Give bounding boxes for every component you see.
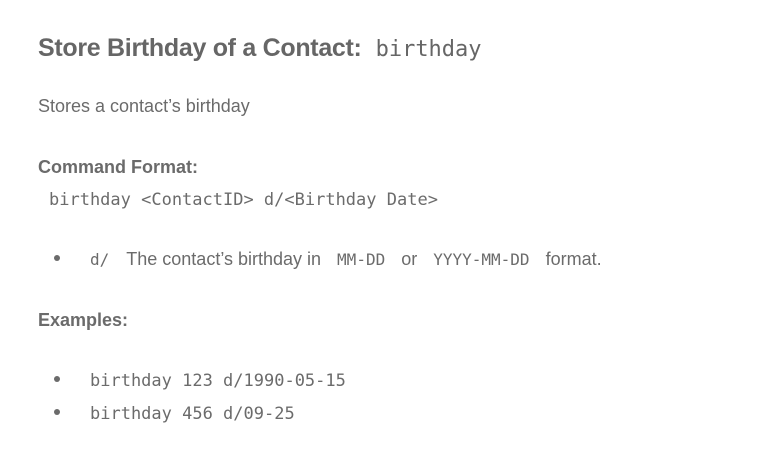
example-list-item: birthday 456 d/09-25 (54, 404, 295, 424)
bullet-icon (54, 255, 60, 261)
parameter-list-item: d/ The contact’s birthday in MM-DD or YY… (54, 249, 602, 270)
heading-command-code: birthday (375, 37, 482, 62)
parameter-text-after: format. (545, 249, 602, 269)
parameter-connector: or (401, 249, 418, 269)
section-heading: Store Birthday of a Contact: birthday (38, 34, 482, 63)
examples-label: Examples: (38, 310, 129, 330)
parameter-text-before: The contact’s birthday in (126, 249, 322, 269)
parameter-format-1: MM-DD (337, 250, 386, 269)
bullet-icon (54, 409, 60, 415)
bullet-icon (54, 376, 60, 382)
example-code: birthday 456 d/09-25 (90, 404, 295, 424)
heading-title: Store Birthday of a Contact: (38, 34, 362, 62)
command-format-syntax: birthday <ContactID> d/<Birthday Date> (49, 190, 438, 210)
example-list-item: birthday 123 d/1990-05-15 (54, 371, 346, 391)
parameter-prefix: d/ (90, 250, 110, 269)
section-description: Stores a contact’s birthday (38, 96, 250, 116)
example-code: birthday 123 d/1990-05-15 (90, 371, 346, 391)
parameter-format-2: YYYY-MM-DD (433, 250, 530, 269)
command-format-label: Command Format: (38, 157, 199, 177)
